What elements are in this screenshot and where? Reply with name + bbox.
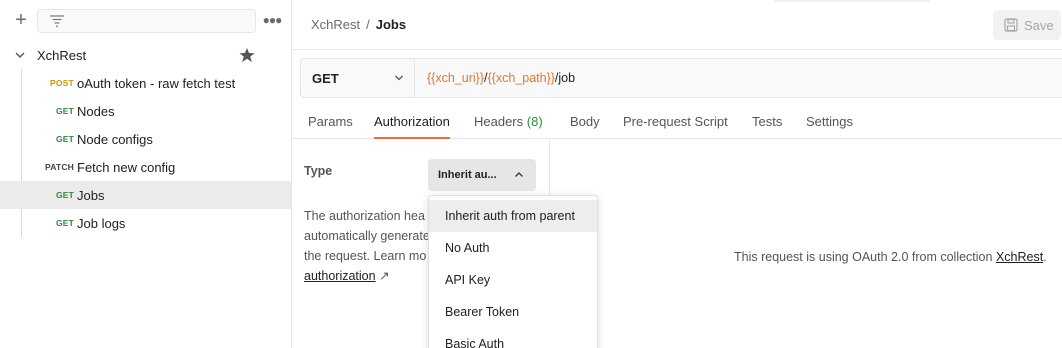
request-row[interactable]: PATCH Fetch new config [0, 153, 291, 181]
request-name: Node configs [77, 131, 153, 147]
filter-input[interactable] [37, 9, 256, 33]
collection-link[interactable]: XchRest [996, 250, 1043, 264]
collection-name: XchRest [37, 47, 87, 63]
tab-params[interactable]: Params [308, 114, 353, 129]
chevron-down-icon [395, 75, 403, 81]
filter-icon [50, 15, 64, 27]
menu-item-no-auth[interactable]: No Auth [429, 232, 597, 264]
breadcrumb-parent[interactable]: XchRest [311, 17, 360, 32]
request-row[interactable]: POST oAuth token - raw fetch test [0, 69, 291, 97]
method-badge: GET [56, 106, 75, 116]
sidebar: + ●●● XchRest POST oAuth token - raw fet… [0, 0, 292, 348]
method-badge: POST [50, 78, 74, 88]
auth-type-value: Inherit au... [438, 169, 497, 181]
request-name: Fetch new config [77, 159, 176, 175]
request-tabs: Params Authorization Headers (8) Body Pr… [292, 106, 1062, 139]
request-row[interactable]: GET Nodes [0, 97, 291, 125]
url-variable: {{xch_uri}} [427, 71, 484, 85]
request-row-selected[interactable]: GET Jobs [0, 181, 291, 209]
inherit-auth-message: This request is using OAuth 2.0 from col… [734, 250, 1047, 264]
tab-headers[interactable]: Headers (8) [474, 114, 543, 129]
auth-type-menu: Inherit auth from parent No Auth API Key… [428, 195, 598, 348]
auth-type-select[interactable]: Inherit au... [428, 159, 536, 191]
method-badge: GET [56, 134, 75, 144]
chevron-down-icon[interactable] [14, 49, 26, 61]
breadcrumb: XchRest / Jobs [311, 17, 406, 32]
main-panel: XchRest / Jobs Save GET {{xch_uri}}/{{xc… [292, 0, 1062, 348]
breadcrumb-current[interactable]: Jobs [376, 17, 406, 32]
url-input[interactable]: {{xch_uri}}/{{xch_path}}/job [427, 71, 575, 85]
request-row[interactable]: GET Job logs [0, 209, 291, 237]
request-name: Jobs [77, 187, 105, 203]
headers-count: (8) [526, 114, 543, 129]
menu-item-bearer-token[interactable]: Bearer Token [429, 296, 597, 328]
method-value: GET [312, 70, 339, 86]
tab-tests[interactable]: Tests [752, 114, 782, 129]
method-badge: PATCH [45, 162, 75, 172]
external-link-icon: ↗ [379, 269, 390, 283]
save-icon [1004, 18, 1018, 32]
tab-authorization[interactable]: Authorization [374, 114, 450, 129]
tab-settings[interactable]: Settings [806, 114, 853, 129]
type-label: Type [304, 164, 333, 178]
tab-prerequest-script[interactable]: Pre-request Script [623, 114, 728, 129]
inherit-message-suffix: . [1043, 250, 1047, 264]
url-bar: GET {{xch_uri}}/{{xch_path}}/job [300, 58, 1062, 98]
method-badge: GET [56, 190, 75, 200]
save-label: Save [1024, 17, 1054, 33]
tab-headers-label: Headers [474, 114, 524, 129]
more-options-icon[interactable]: ●●● [263, 11, 283, 29]
sidebar-toolbar: + ●●● [0, 0, 291, 40]
collection-row[interactable]: XchRest [0, 41, 291, 69]
request-name: Job logs [77, 215, 126, 231]
menu-item-inherit[interactable]: Inherit auth from parent [429, 200, 597, 232]
learn-more-link[interactable]: authorization [304, 269, 376, 283]
menu-item-basic-auth[interactable]: Basic Auth [429, 328, 597, 348]
request-name: Nodes [77, 103, 115, 119]
request-header: XchRest / Jobs Save [292, 0, 1062, 50]
url-path: /job [554, 71, 576, 85]
method-badge: GET [56, 218, 75, 228]
menu-item-api-key[interactable]: API Key [429, 264, 597, 296]
url-variable: {{xch_path}} [487, 71, 555, 85]
request-row[interactable]: GET Node configs [0, 125, 291, 153]
add-icon[interactable]: + [10, 9, 32, 31]
save-button[interactable]: Save [993, 10, 1061, 40]
method-select[interactable]: GET [301, 59, 415, 97]
star-icon[interactable] [239, 47, 255, 63]
tab-body[interactable]: Body [570, 114, 600, 129]
request-name: oAuth token - raw fetch test [77, 75, 236, 91]
chevron-up-icon [515, 172, 523, 177]
inherit-message-text: This request is using OAuth 2.0 from col… [734, 250, 996, 264]
breadcrumb-separator: / [366, 17, 370, 32]
